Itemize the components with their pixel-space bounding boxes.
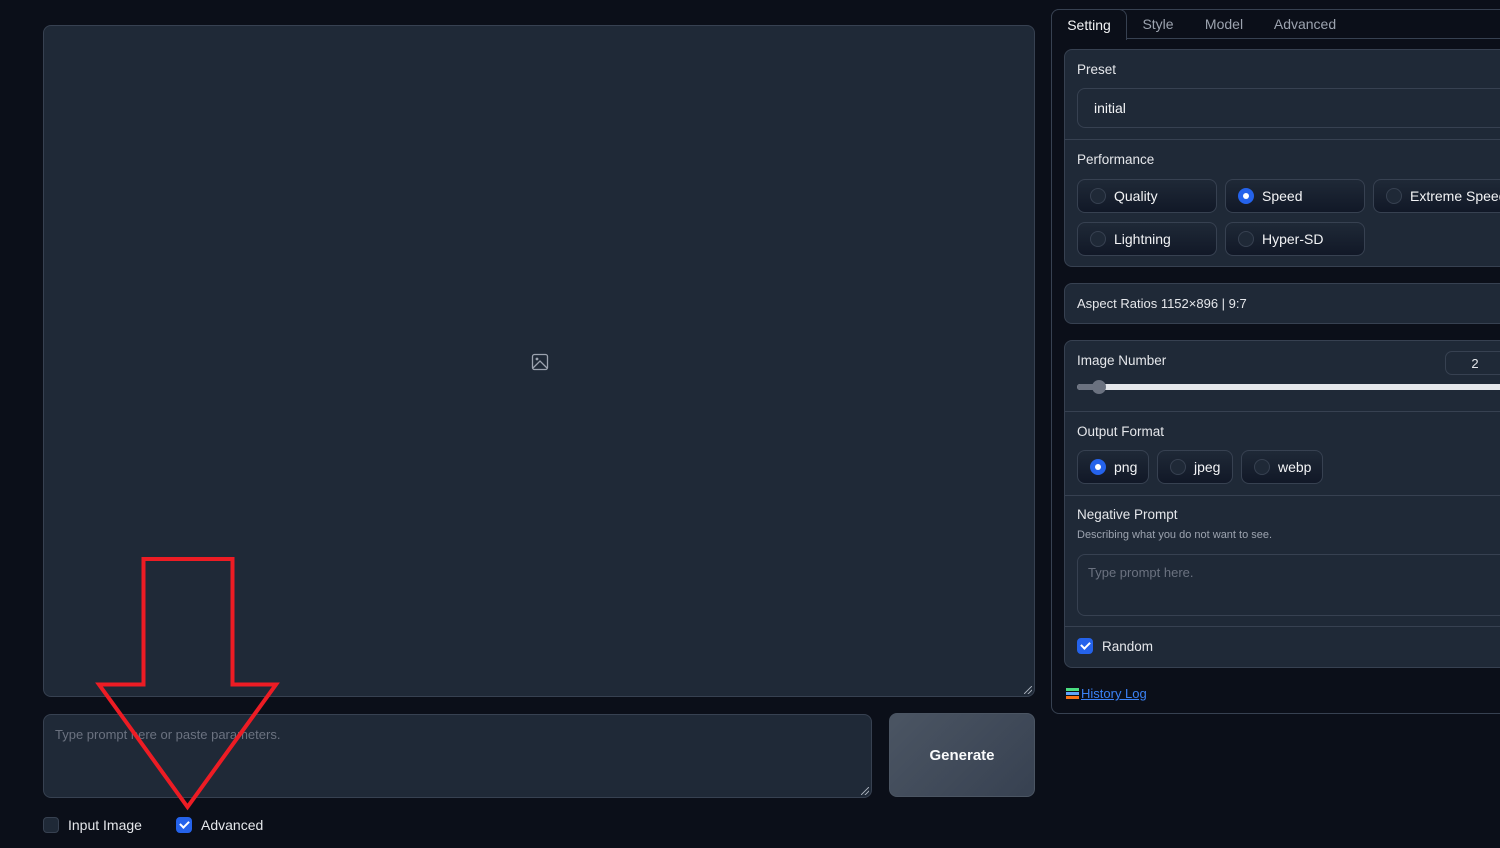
option-label: Extreme Speed (1410, 188, 1500, 204)
performance-option-hyper-sd[interactable]: Hyper-SD (1225, 222, 1365, 256)
image-output-panel (43, 25, 1035, 697)
advanced-checkbox-row[interactable]: Advanced (176, 817, 263, 833)
input-image-checkbox-row[interactable]: Input Image (43, 817, 142, 833)
negative-prompt-input[interactable] (1077, 554, 1500, 616)
aspect-ratios-label: Aspect Ratios 1152×896 | 9:7 (1077, 296, 1247, 311)
tab-divider (1126, 38, 1500, 39)
image-placeholder-icon (531, 353, 549, 371)
option-label: webp (1278, 459, 1312, 475)
image-number-label: Image Number (1077, 353, 1167, 368)
generate-button[interactable]: Generate (889, 713, 1035, 797)
preset-value: initial (1094, 100, 1126, 116)
radio-icon (1170, 459, 1186, 475)
performance-option-extreme-speed[interactable]: Extreme Speed (1373, 179, 1500, 213)
image-number-input[interactable] (1445, 351, 1500, 375)
history-log-label: History Log (1081, 686, 1147, 701)
radio-icon (1090, 231, 1106, 247)
radio-icon (1090, 459, 1106, 475)
option-label: jpeg (1194, 459, 1221, 475)
books-icon (1066, 687, 1079, 700)
divider (1065, 411, 1500, 412)
advanced-label: Advanced (201, 817, 264, 833)
image-number-slider[interactable] (1077, 380, 1500, 394)
output-format-option-jpeg[interactable]: jpeg (1157, 450, 1233, 484)
advanced-checkbox[interactable] (176, 817, 192, 833)
option-label: Quality (1114, 188, 1158, 204)
radio-icon (1090, 188, 1106, 204)
random-label: Random (1102, 638, 1154, 654)
generation-options-card: Image Number Output Format png jpeg webp… (1064, 340, 1500, 668)
settings-tabs: Setting Style Model Advanced (1051, 9, 1500, 40)
output-format-option-png[interactable]: png (1077, 450, 1149, 484)
divider (1065, 495, 1500, 496)
prompt-resize-grip-icon[interactable] (861, 787, 869, 795)
preset-performance-card: Preset initial Performance Quality Speed… (1064, 49, 1500, 267)
tab-setting[interactable]: Setting (1051, 9, 1127, 40)
tab-model[interactable]: Model (1191, 9, 1257, 39)
resize-grip-icon[interactable] (1024, 686, 1032, 694)
random-checkbox-row[interactable]: Random (1077, 638, 1153, 654)
option-label: Lightning (1114, 231, 1171, 247)
history-log-link[interactable]: History Log (1066, 686, 1147, 701)
divider (1065, 139, 1500, 140)
performance-option-lightning[interactable]: Lightning (1077, 222, 1217, 256)
preset-label: Preset (1077, 62, 1117, 77)
divider (1065, 626, 1500, 627)
option-label: Hyper-SD (1262, 231, 1324, 247)
aspect-ratios-accordion[interactable]: Aspect Ratios 1152×896 | 9:7 (1064, 283, 1500, 324)
radio-icon (1238, 231, 1254, 247)
preset-dropdown[interactable]: initial (1077, 88, 1500, 128)
option-label: Speed (1262, 188, 1303, 204)
performance-option-speed[interactable]: Speed (1225, 179, 1365, 213)
slider-thumb[interactable] (1091, 380, 1106, 394)
negative-prompt-info: Describing what you do not want to see. (1077, 529, 1273, 541)
tab-style[interactable]: Style (1129, 9, 1187, 39)
input-image-checkbox[interactable] (43, 817, 59, 833)
radio-icon (1254, 459, 1270, 475)
input-image-label: Input Image (68, 817, 142, 833)
output-format-option-webp[interactable]: webp (1241, 450, 1323, 484)
tab-advanced[interactable]: Advanced (1263, 9, 1347, 39)
performance-label: Performance (1077, 152, 1155, 167)
negative-prompt-label: Negative Prompt (1077, 507, 1178, 522)
output-format-label: Output Format (1077, 424, 1165, 439)
radio-icon (1238, 188, 1254, 204)
random-checkbox[interactable] (1077, 638, 1093, 654)
prompt-input[interactable] (43, 714, 872, 798)
performance-option-quality[interactable]: Quality (1077, 179, 1217, 213)
option-label: png (1114, 459, 1138, 475)
radio-icon (1386, 188, 1402, 204)
